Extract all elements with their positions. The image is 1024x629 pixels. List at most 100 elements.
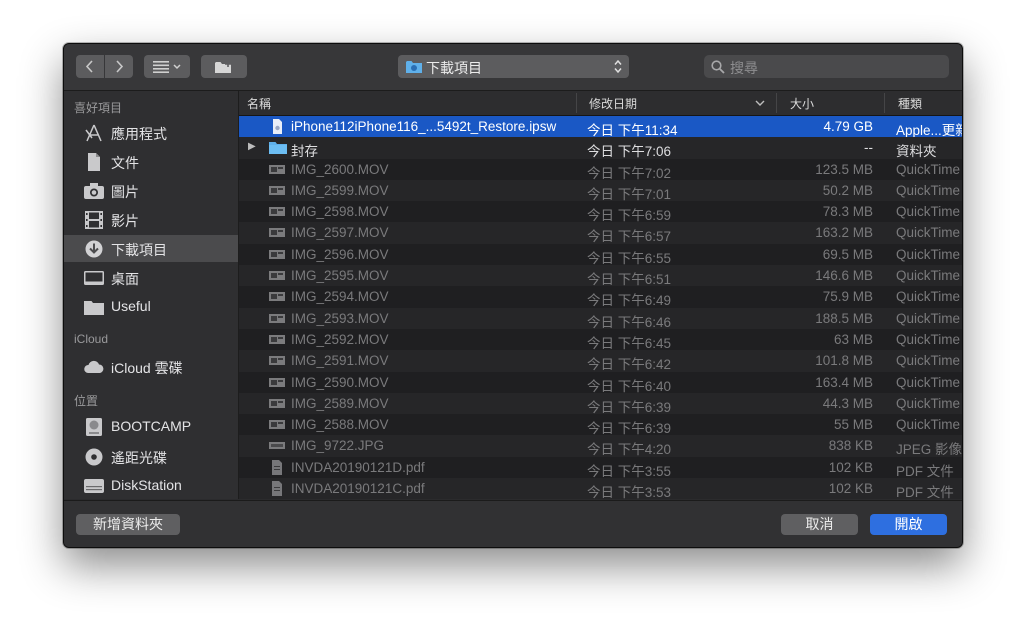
sidebar-item-diskstation[interactable]: DiskStation xyxy=(64,472,238,499)
file-size: 146.6 MB xyxy=(815,268,873,284)
file-row[interactable]: IMG_2595.MOV 今日 下午6:51 146.6 MB QuickTime xyxy=(239,265,962,287)
sidebar-item-applications[interactable]: 應用程式 xyxy=(64,119,238,146)
ipsw-file-icon xyxy=(269,119,285,134)
movie-file-icon xyxy=(269,225,285,240)
file-row[interactable]: IMG_2593.MOV 今日 下午6:46 188.5 MB QuickTime xyxy=(239,307,962,330)
file-kind: QuickTime xyxy=(896,289,961,305)
file-row[interactable]: IMG_2596.MOV 今日 下午6:55 69.5 MB QuickTime xyxy=(239,244,962,266)
file-kind: QuickTime xyxy=(896,268,961,284)
cancel-button[interactable]: 取消 xyxy=(781,514,858,535)
file-name: IMG_2593.MOV xyxy=(291,310,389,326)
sidebar-item-pictures[interactable]: 圖片 xyxy=(64,177,238,204)
file-name: INVDA20190121D.pdf xyxy=(291,459,425,475)
column-header-row: 名稱 修改日期 大小 種類 xyxy=(239,91,962,116)
file-name: 封存 xyxy=(291,144,318,160)
column-header-size[interactable]: 大小 xyxy=(790,95,814,112)
new-folder-button[interactable]: 新增資料夾 xyxy=(76,514,180,535)
new-folder-toolbar-button[interactable] xyxy=(201,55,247,78)
file-row[interactable]: IMG_2597.MOV 今日 下午6:57 163.2 MB QuickTime xyxy=(239,222,962,244)
file-size: 44.3 MB xyxy=(822,395,873,411)
file-size: 50.2 MB xyxy=(822,182,873,198)
file-kind: QuickTime xyxy=(896,331,961,347)
disc-icon xyxy=(85,448,103,466)
file-kind: QuickTime xyxy=(896,310,961,326)
file-name: IMG_2594.MOV xyxy=(291,289,389,305)
file-name: IMG_2591.MOV xyxy=(291,353,389,369)
column-header-kind[interactable]: 種類 xyxy=(898,95,922,112)
file-kind: QuickTime xyxy=(896,417,961,433)
file-row[interactable]: iPhone112iPhone116_...5492t_Restore.ipsw… xyxy=(239,116,962,138)
back-button[interactable] xyxy=(76,55,104,78)
sidebar-item-label: 圖片 xyxy=(111,184,139,200)
document-icon xyxy=(88,153,100,171)
sidebar-item-label: iCloud 雲碟 xyxy=(111,360,183,376)
file-name: IMG_2589.MOV xyxy=(291,395,389,411)
file-row[interactable]: IMG_2599.MOV 今日 下午7:01 50.2 MB QuickTime xyxy=(239,179,962,202)
file-row[interactable]: IMG_2589.MOV 今日 下午6:39 44.3 MB QuickTime xyxy=(239,392,962,415)
file-size: 55 MB xyxy=(833,417,873,433)
camera-icon xyxy=(84,183,104,199)
file-row[interactable]: INVDA20190121C.pdf 今日 下午3:53 102 KB PDF 文件 xyxy=(239,478,962,499)
file-row[interactable]: INVDA20190121D.pdf 今日 下午3:55 102 KB PDF 文件 xyxy=(239,457,962,479)
open-button[interactable]: 開啟 xyxy=(870,514,947,535)
file-row[interactable]: IMG_2594.MOV 今日 下午6:49 75.9 MB QuickTime xyxy=(239,286,962,308)
sort-chevron-down-icon xyxy=(755,100,765,106)
folder-row[interactable]: ▶ 封存 今日 下午7:06 -- 資料夾 xyxy=(239,137,962,160)
file-name: IMG_2596.MOV xyxy=(291,246,389,262)
file-row[interactable]: IMG_2598.MOV 今日 下午6:59 78.3 MB QuickTime xyxy=(239,201,962,223)
apps-icon xyxy=(85,124,102,142)
movie-file-icon xyxy=(269,417,285,432)
view-mode-button[interactable] xyxy=(144,55,190,78)
sidebar-item-label: Useful xyxy=(111,298,151,314)
file-size: 4.79 GB xyxy=(823,119,873,134)
file-rows: iPhone112iPhone116_...5492t_Restore.ipsw… xyxy=(239,116,962,499)
film-icon xyxy=(85,211,103,229)
sidebar-item-movies[interactable]: 影片 xyxy=(64,206,238,233)
file-size: 123.5 MB xyxy=(815,161,873,177)
file-row[interactable]: IMG_2590.MOV 今日 下午6:40 163.4 MB QuickTime xyxy=(239,372,962,394)
search-field[interactable]: 搜尋 xyxy=(704,55,949,78)
file-row[interactable]: IMG_2591.MOV 今日 下午6:42 101.8 MB QuickTime xyxy=(239,350,962,372)
sidebar-item-label: BOOTCAMP xyxy=(111,418,192,434)
sidebar-item-label: 桌面 xyxy=(111,271,139,287)
sidebar-item-downloads[interactable]: 下載項目 xyxy=(64,235,238,262)
sidebar-item-label: 遙距光碟 xyxy=(111,450,167,466)
sidebar-item-icloud-drive[interactable]: iCloud 雲碟 xyxy=(64,353,238,380)
file-kind: QuickTime xyxy=(896,374,961,390)
movie-file-icon xyxy=(269,268,285,283)
column-header-date[interactable]: 修改日期 xyxy=(589,95,637,112)
file-kind: Apple...更新 xyxy=(896,123,962,138)
updown-arrows-icon xyxy=(614,59,622,74)
forward-button[interactable] xyxy=(105,55,133,78)
sidebar-item-useful[interactable]: Useful xyxy=(64,293,238,320)
sidebar-item-bootcamp[interactable]: BOOTCAMP xyxy=(64,413,238,440)
file-kind: PDF 文件 xyxy=(896,463,954,479)
file-size: 102 KB xyxy=(828,481,873,497)
file-kind: QuickTime xyxy=(896,225,961,241)
folder-icon xyxy=(84,301,104,315)
file-name: IMG_2599.MOV xyxy=(291,182,389,198)
sidebar-item-label: 文件 xyxy=(111,155,139,171)
column-divider[interactable] xyxy=(884,93,885,113)
file-row[interactable]: IMG_2588.MOV 今日 下午6:39 55 MB QuickTime xyxy=(239,414,962,436)
sidebar-item-documents[interactable]: 文件 xyxy=(64,148,238,175)
disclosure-triangle-icon[interactable]: ▶ xyxy=(248,141,256,152)
file-size: 78.3 MB xyxy=(822,204,873,220)
column-divider[interactable] xyxy=(776,93,777,113)
file-row[interactable]: IMG_2600.MOV 今日 下午7:02 123.5 MB QuickTime xyxy=(239,159,962,181)
location-popup[interactable]: 下載項目 xyxy=(398,55,629,78)
movie-file-icon xyxy=(269,289,285,304)
column-divider[interactable] xyxy=(576,93,577,113)
file-kind: QuickTime xyxy=(896,246,961,262)
movie-file-icon xyxy=(269,162,285,177)
file-name: IMG_2595.MOV xyxy=(291,268,389,284)
file-size: -- xyxy=(864,140,873,156)
sidebar-item-remote-disc[interactable]: 遙距光碟 xyxy=(64,443,238,470)
file-row[interactable]: IMG_2592.MOV 今日 下午6:45 63 MB QuickTime xyxy=(239,329,962,351)
movie-file-icon xyxy=(269,396,285,411)
column-header-name[interactable]: 名稱 xyxy=(247,95,271,112)
file-list: 名稱 修改日期 大小 種類 iPhone112iPhone116_...5492… xyxy=(239,91,962,499)
sidebar-item-desktop[interactable]: 桌面 xyxy=(64,264,238,291)
file-name: IMG_2588.MOV xyxy=(291,417,389,433)
file-row[interactable]: IMG_9722.JPG 今日 下午4:20 838 KB JPEG 影像 xyxy=(239,435,962,457)
